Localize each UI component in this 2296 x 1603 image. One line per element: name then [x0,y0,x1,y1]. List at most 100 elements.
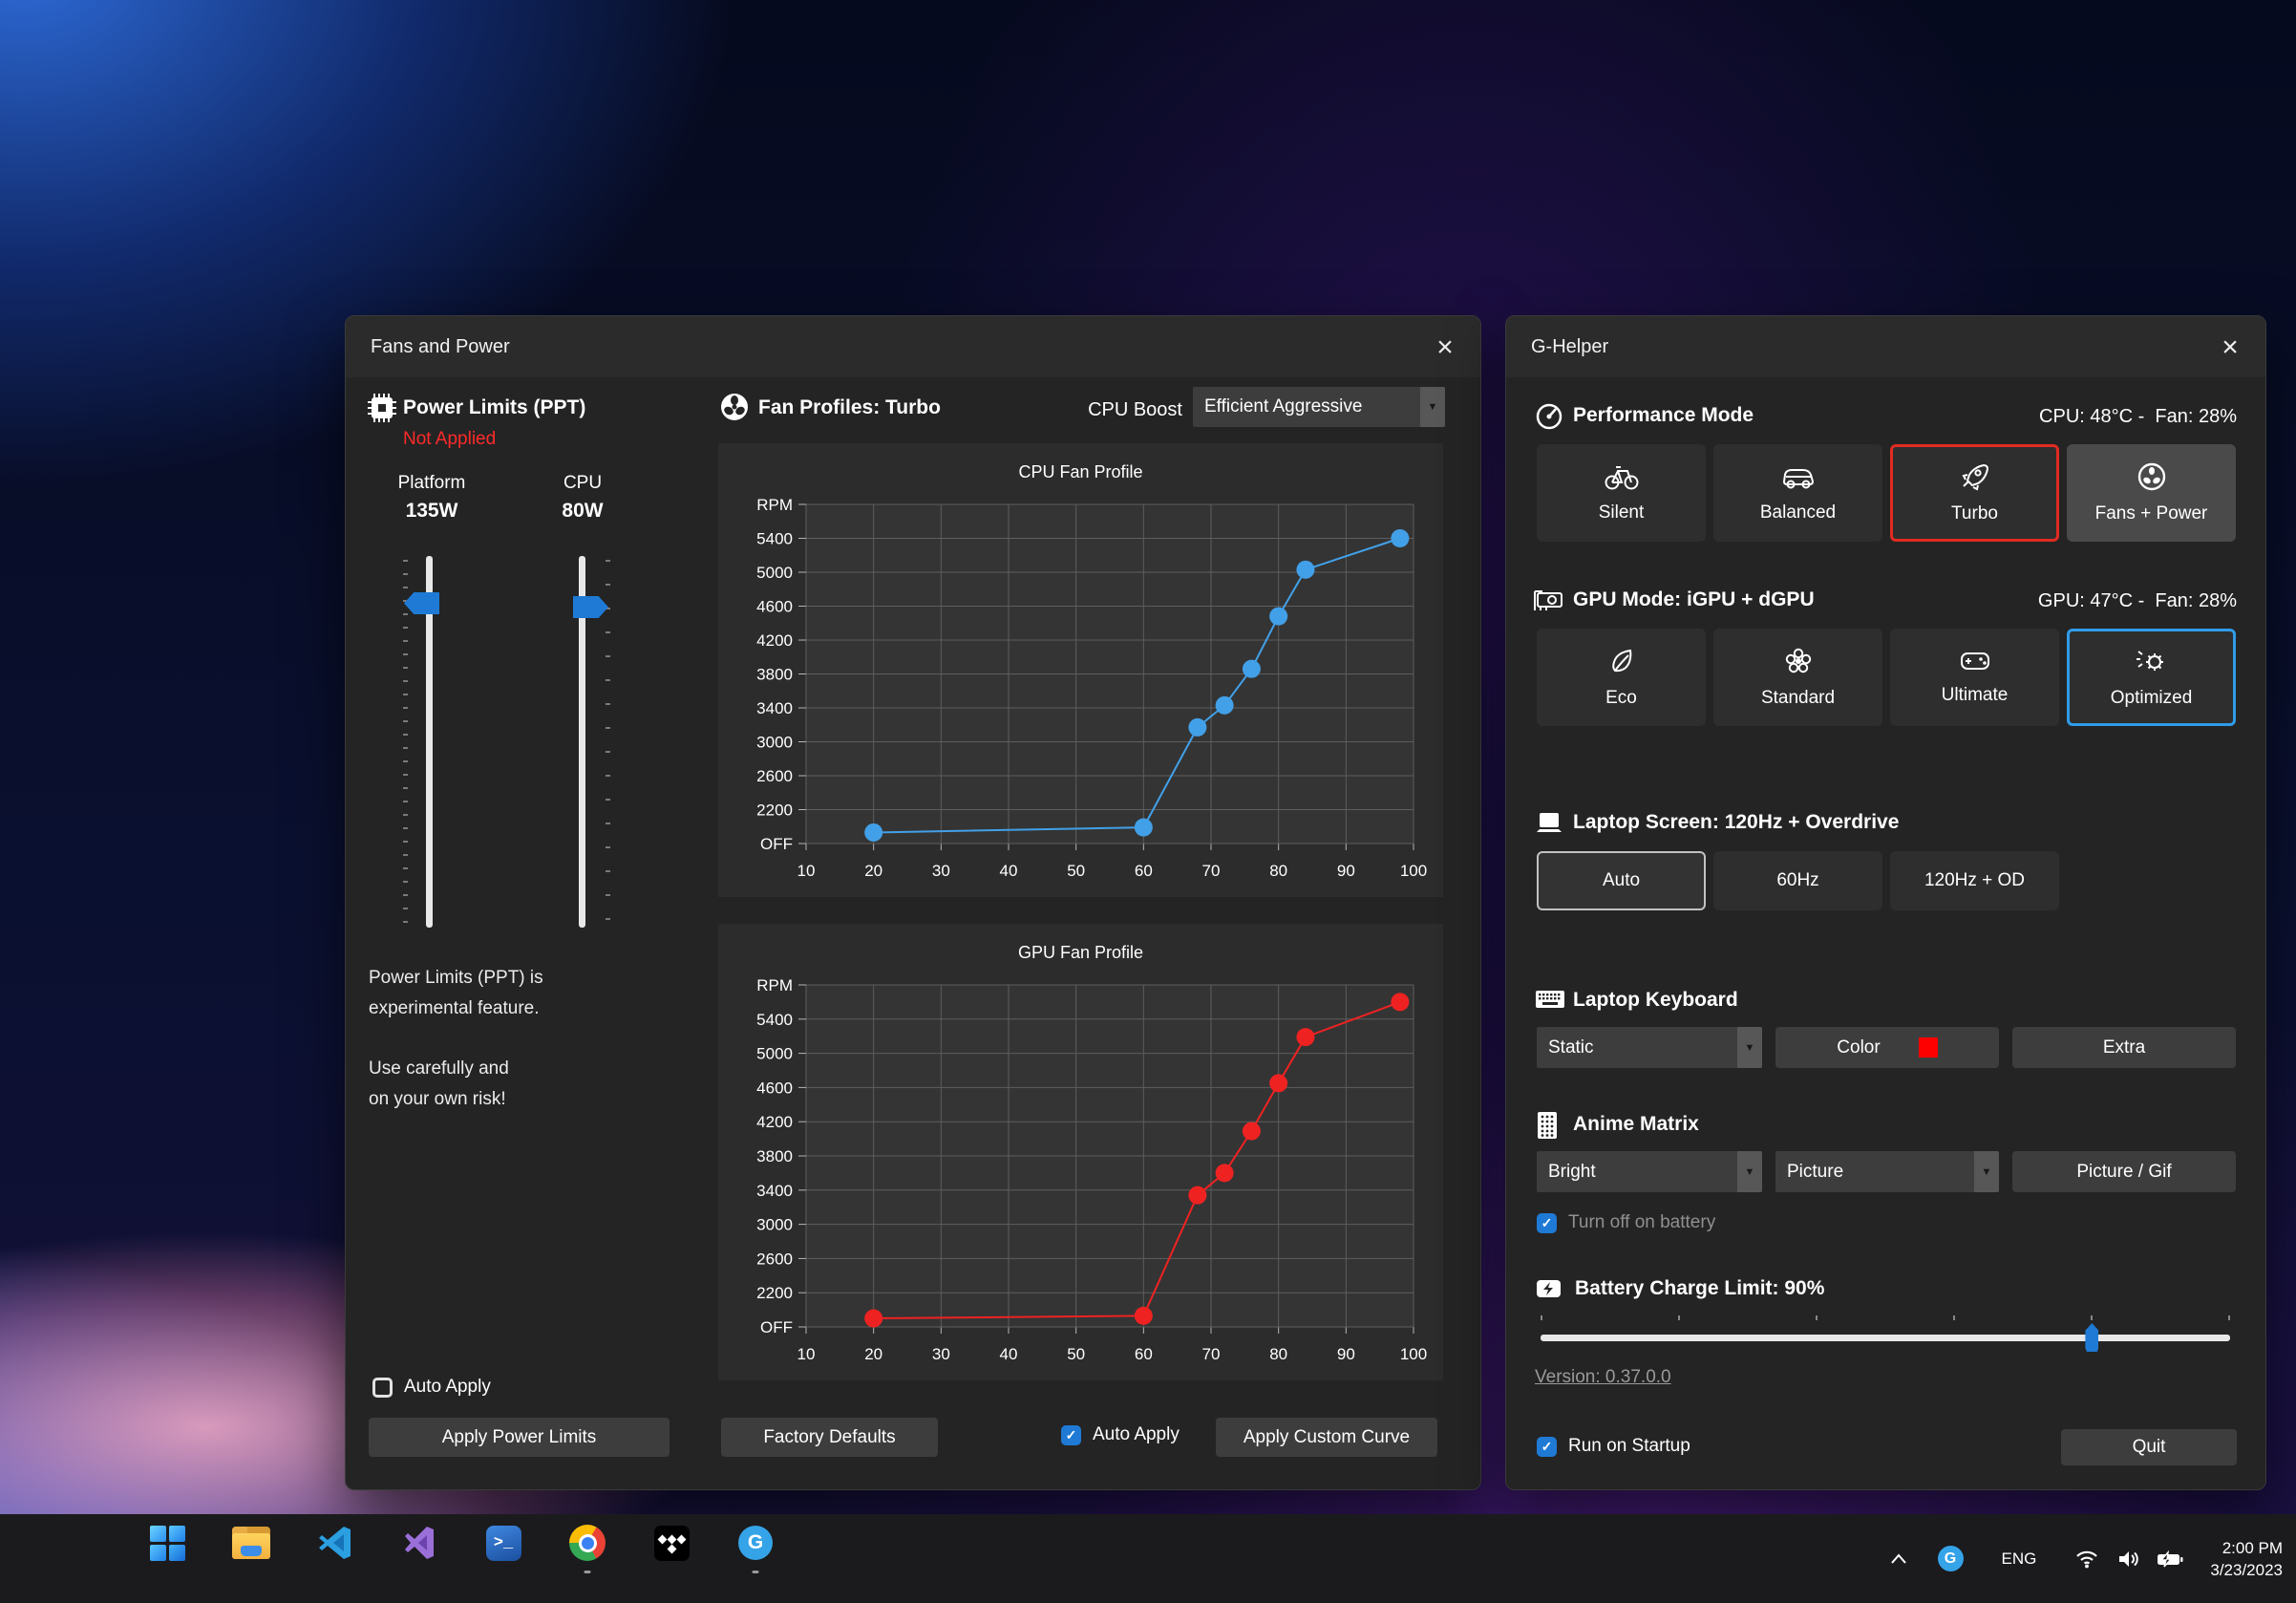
desktop-wallpaper: Fans and Power × Power Limits (PPT) Not … [0,0,2296,1603]
keyboard-row: Static ▼ Color Extra [1537,1027,2236,1068]
optimized-mode-button[interactable]: Optimized [2067,629,2236,726]
gpu-card-icon [1533,588,1563,614]
visual-studio-button[interactable] [400,1524,438,1562]
screen-60hz-button[interactable]: 60Hz [1713,851,1882,910]
chevron-down-icon[interactable]: ▼ [1974,1151,1999,1192]
curve-point[interactable] [1296,1028,1314,1046]
tray-ghelper-icon[interactable]: G [1938,1546,1964,1571]
power-auto-apply-row: Auto Apply [372,1377,491,1398]
vscode-button[interactable] [316,1524,354,1562]
tidal-icon [654,1526,690,1561]
svg-text:60: 60 [1135,862,1153,880]
curve-point[interactable] [1188,718,1206,737]
curve-point[interactable] [1243,660,1261,678]
silent-mode-button[interactable]: Silent [1537,444,1706,542]
screen-auto-button[interactable]: Auto [1537,851,1706,910]
start-button[interactable] [148,1524,186,1562]
fans-window-title: Fans and Power [371,316,510,377]
quit-button[interactable]: Quit [2061,1429,2237,1465]
close-icon[interactable]: × [1427,330,1463,366]
wifi-icon[interactable] [2074,1549,2099,1570]
curve-point[interactable] [1135,1307,1153,1325]
car-icon [1780,462,1817,491]
curve-point[interactable] [864,823,882,842]
curve-point[interactable] [1269,608,1287,626]
balanced-mode-button[interactable]: Balanced [1713,444,1882,542]
ghelper-taskbar-button[interactable]: G [736,1524,775,1562]
run-on-startup-checkbox[interactable]: ✓ [1537,1437,1557,1457]
platform-label: Platform [365,473,499,494]
fan-circle-icon [2137,461,2167,492]
platform-slider-thumb[interactable] [404,592,439,614]
gpu-mode-heading: GPU Mode: iGPU + dGPU [1573,588,1815,611]
chevron-down-icon[interactable]: ▼ [1737,1027,1762,1068]
fans-window-titlebar[interactable]: Fans and Power × [346,316,1480,377]
file-explorer-button[interactable] [232,1524,270,1562]
cpu-fan-chart[interactable]: 102030405060708090100RPM5400500046004200… [718,443,1443,897]
battery-slider-thumb[interactable] [2085,1323,2098,1352]
svg-text:10: 10 [797,1345,816,1363]
matrix-brightness-dropdown[interactable]: Bright ▼ [1537,1151,1762,1192]
running-indicator [753,1571,759,1573]
tidal-button[interactable] [652,1524,691,1562]
svg-text:100: 100 [1400,862,1427,880]
turbo-label: Turbo [1951,503,1998,524]
svg-text:10: 10 [797,862,816,880]
curve-auto-apply-checkbox[interactable]: ✓ [1061,1425,1081,1445]
tray-chevron-up-icon[interactable] [1888,1551,1909,1567]
curve-point[interactable] [1391,529,1409,547]
startup-row: ✓ Run on Startup [1537,1436,1690,1457]
matrix-picture-button[interactable]: Picture / Gif [2012,1151,2236,1192]
version-link[interactable]: Version: 0.37.0.0 [1535,1367,1671,1388]
curve-point[interactable] [1216,1164,1234,1182]
platform-limit-group: Platform 135W [365,473,499,523]
fans-power-label: Fans + Power [2095,503,2208,524]
cpu-slider-thumb[interactable] [573,596,608,618]
curve-point[interactable] [1135,819,1153,837]
language-indicator[interactable]: ENG [2002,1550,2037,1569]
ultimate-mode-button[interactable]: Ultimate [1890,629,2059,726]
clock-date: 3/23/2023 [2210,1559,2283,1581]
turbo-mode-button[interactable]: Turbo [1890,444,2059,542]
keyboard-color-swatch [1919,1037,1938,1058]
svg-text:2200: 2200 [756,802,793,820]
chevron-down-icon[interactable]: ▼ [1737,1151,1762,1192]
chevron-down-icon[interactable]: ▼ [1420,387,1445,427]
gpu-fan-chart-panel[interactable]: 102030405060708090100RPM5400500046004200… [718,924,1443,1380]
chrome-button[interactable] [568,1524,606,1562]
curve-point[interactable] [1188,1186,1206,1205]
ghelper-titlebar[interactable]: G-Helper × [1506,316,2265,377]
power-auto-apply-checkbox[interactable] [372,1378,393,1398]
keyboard-mode-dropdown[interactable]: Static ▼ [1537,1027,1762,1068]
tray-clock[interactable]: 2:00 PM 3/23/2023 [2210,1537,2283,1581]
cpu-boost-dropdown[interactable]: Efficient Aggressive ▼ [1193,387,1445,427]
terminal-button[interactable]: >_ [484,1524,522,1562]
rocket-icon [1961,461,1989,492]
curve-point[interactable] [1296,561,1314,579]
battery-charging-icon[interactable] [2157,1550,2183,1569]
standard-mode-button[interactable]: Standard [1713,629,1882,726]
apply-power-limits-button[interactable]: Apply Power Limits [369,1418,670,1457]
matrix-mode-dropdown[interactable]: Picture ▼ [1775,1151,1999,1192]
keyboard-extra-button[interactable]: Extra [2012,1027,2236,1068]
svg-text:RPM: RPM [756,496,793,514]
curve-point[interactable] [864,1310,882,1328]
eco-mode-button[interactable]: Eco [1537,629,1706,726]
battery-slider-track[interactable] [1541,1335,2230,1341]
cpu-fan-chart-panel[interactable]: 102030405060708090100RPM5400500046004200… [718,443,1443,897]
factory-defaults-button[interactable]: Factory Defaults [721,1418,938,1457]
apply-custom-curve-button[interactable]: Apply Custom Curve [1216,1418,1437,1457]
curve-point[interactable] [1243,1122,1261,1141]
turn-off-on-battery-checkbox[interactable]: ✓ [1537,1213,1557,1233]
curve-point[interactable] [1269,1074,1287,1092]
power-auto-apply-label: Auto Apply [404,1377,491,1398]
svg-text:80: 80 [1269,1345,1287,1363]
screen-120hz-button[interactable]: 120Hz + OD [1890,851,2059,910]
keyboard-color-button[interactable]: Color [1775,1027,1999,1068]
volume-icon[interactable] [2116,1549,2141,1570]
gpu-fan-chart[interactable]: 102030405060708090100RPM5400500046004200… [718,924,1443,1380]
curve-point[interactable] [1391,993,1409,1011]
close-icon[interactable]: × [2212,330,2248,366]
curve-point[interactable] [1216,696,1234,715]
fans-power-button[interactable]: Fans + Power [2067,444,2236,542]
